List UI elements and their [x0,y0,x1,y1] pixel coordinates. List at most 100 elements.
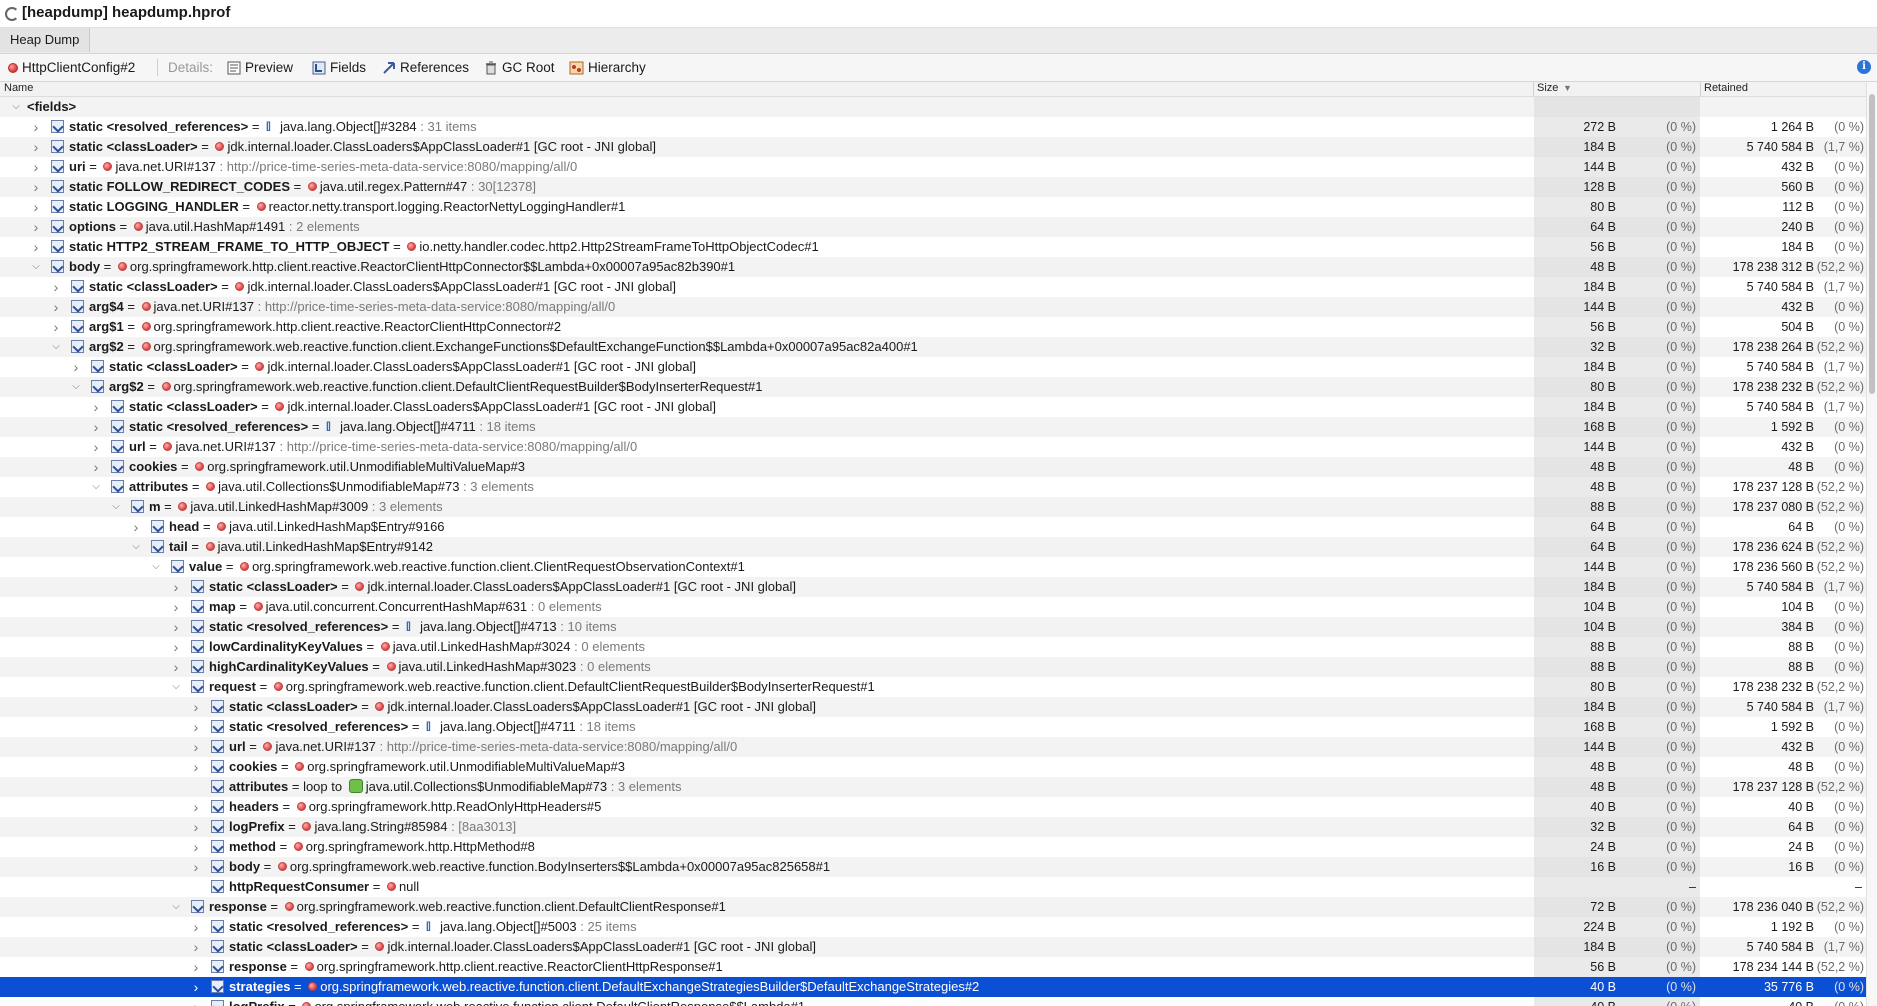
object-class[interactable]: org.springframework.util.UnmodifiableMul… [207,459,525,474]
chevron-right-icon[interactable]: › [71,357,81,377]
table-row[interactable]: ⌵ response = org.springframework.web.reac… [0,897,1866,917]
chevron-right-icon[interactable]: › [91,457,101,477]
chevron-right-icon[interactable]: › [191,917,201,937]
object-class[interactable]: java.lang.Object[]#5003 [440,919,577,934]
object-class[interactable]: java.util.LinkedHashMap#3024 [393,639,571,654]
table-row[interactable]: › static <resolved_references> = java.lan… [0,117,1866,137]
object-class[interactable]: java.lang.Object[]#4711 [440,719,576,734]
chevron-right-icon[interactable]: › [31,217,41,237]
table-row[interactable]: attributes = loop to java.util.Collectio… [0,777,1866,797]
object-class[interactable]: org.springframework.http.client.reactive… [154,319,562,334]
column-header-size[interactable]: Size [1537,82,1558,94]
table-row[interactable]: › arg$1 = org.springframework.http.client… [0,317,1866,337]
object-selector[interactable]: HttpClientConfig#2 [8,54,135,81]
object-class[interactable]: io.netty.handler.codec.http2.Http2Stream… [419,239,818,254]
chevron-right-icon[interactable]: › [91,417,101,437]
chevron-right-icon[interactable]: › [191,797,201,817]
object-class[interactable]: org.springframework.web.reactive.functio… [154,339,918,354]
object-class[interactable]: org.springframework.web.reactive.functio… [174,379,763,394]
chevron-down-icon[interactable]: ⌵ [11,97,21,117]
table-row[interactable]: › options = java.util.HashMap#1491 : 2 el… [0,217,1866,237]
table-row[interactable]: › cookies = org.springframework.util.Unmo… [0,757,1866,777]
table-row[interactable]: ⌵ value = org.springframework.web.reactiv… [0,557,1866,577]
table-row[interactable]: ⌵ attributes = java.util.Collections$Unmo… [0,477,1866,497]
column-divider[interactable] [1533,82,1534,96]
info-icon[interactable]: i [1857,60,1871,74]
object-class[interactable]: java.lang.Object[]#4713 [420,619,557,634]
table-row[interactable]: ⌵ request = org.springframework.web.react… [0,677,1866,697]
object-class[interactable]: org.springframework.web.reactive.functio… [286,679,875,694]
object-class[interactable]: java.net.URI#137 [154,299,254,314]
table-row[interactable]: › static <classLoader> = jdk.internal.loa… [0,357,1866,377]
chevron-right-icon[interactable]: › [51,277,61,297]
table-row[interactable]: › static <classLoader> = jdk.internal.loa… [0,937,1866,957]
chevron-down-icon[interactable]: ⌵ [171,677,181,697]
object-class[interactable]: org.springframework.http.ReadOnlyHttpHea… [309,799,602,814]
table-row[interactable]: ⌵ <fields> [0,97,1866,117]
chevron-right-icon[interactable]: › [51,297,61,317]
chevron-right-icon[interactable]: › [31,117,41,137]
table-row[interactable]: › uri = java.net.URI#137 : http://price-t… [0,157,1866,177]
object-class[interactable]: org.springframework.web.reactive.functio… [314,999,805,1006]
chevron-right-icon[interactable]: › [191,957,201,977]
chevron-down-icon[interactable]: ⌵ [71,377,81,397]
scrollbar-thumb[interactable] [1869,94,1875,394]
chevron-right-icon[interactable]: › [91,397,101,417]
table-row[interactable]: › static <classLoader> = jdk.internal.loa… [0,697,1866,717]
object-class[interactable]: jdk.internal.loader.ClassLoaders$AppClas… [287,399,716,414]
table-row[interactable]: › static HTTP2_STREAM_FRAME_TO_HTTP_OBJEC… [0,237,1866,257]
chevron-right-icon[interactable]: › [31,177,41,197]
chevron-down-icon[interactable]: ⌵ [31,257,41,277]
table-row[interactable]: › head = java.util.LinkedHashMap$Entry#91… [0,517,1866,537]
table-row[interactable]: › static <resolved_references> = java.lan… [0,417,1866,437]
table-row[interactable]: ⌵ m = java.util.LinkedHashMap#3009 : 3 el… [0,497,1866,517]
object-class[interactable]: java.util.LinkedHashMap$Entry#9166 [229,519,444,534]
table-row[interactable]: › response = org.springframework.http.cli… [0,957,1866,977]
object-class[interactable]: jdk.internal.loader.ClassLoaders$AppClas… [247,279,676,294]
chevron-right-icon[interactable]: › [131,517,141,537]
column-header-retained[interactable]: Retained [1704,82,1748,94]
chevron-right-icon[interactable]: › [191,817,201,837]
table-row[interactable]: › static <resolved_references> = java.lan… [0,717,1866,737]
object-class[interactable]: org.springframework.http.client.reactive… [130,259,735,274]
gc-root-button[interactable]: GC Root [484,54,555,81]
table-row[interactable]: › url = java.net.URI#137 : http://price-t… [0,737,1866,757]
table-row[interactable]: ⌵ arg$2 = org.springframework.web.reactiv… [0,337,1866,357]
chevron-right-icon[interactable]: › [31,137,41,157]
object-class[interactable]: java.net.URI#137 [175,439,275,454]
table-row[interactable]: › static <classLoader> = jdk.internal.loa… [0,577,1866,597]
vertical-scrollbar[interactable] [1866,82,1877,1006]
object-class[interactable]: jdk.internal.loader.ClassLoaders$AppClas… [367,579,796,594]
table-row[interactable]: › static <classLoader> = jdk.internal.loa… [0,277,1866,297]
table-row[interactable]: › url = java.net.URI#137 : http://price-t… [0,437,1866,457]
object-class[interactable]: java.net.URI#137 [115,159,215,174]
chevron-right-icon[interactable]: › [31,197,41,217]
table-row[interactable]: › static FOLLOW_REDIRECT_CODES = java.uti… [0,177,1866,197]
object-class[interactable]: java.lang.Object[]#4711 [340,419,476,434]
chevron-right-icon[interactable]: › [31,237,41,257]
chevron-right-icon[interactable]: › [191,737,201,757]
chevron-right-icon[interactable]: › [191,717,201,737]
object-class[interactable]: java.util.LinkedHashMap#3009 [190,499,368,514]
table-row[interactable]: › static <classLoader> = jdk.internal.loa… [0,397,1866,417]
chevron-right-icon[interactable]: › [171,617,181,637]
table-row-selected[interactable]: › strategies = org.springframework.web.re… [0,977,1866,997]
object-class[interactable]: java.util.regex.Pattern#47 [320,179,467,194]
preview-button[interactable]: Preview [227,54,293,81]
table-row[interactable]: › lowCardinalityKeyValues = java.util.Lin… [0,637,1866,657]
references-button[interactable]: References [382,54,469,81]
chevron-down-icon[interactable]: ⌵ [51,337,61,357]
hierarchy-button[interactable]: Hierarchy [569,54,646,81]
object-class[interactable]: org.springframework.http.HttpMethod#8 [306,839,535,854]
fields-button[interactable]: Fields [312,54,366,81]
object-class[interactable]: null [399,879,419,894]
object-class[interactable]: java.util.LinkedHashMap#3023 [399,659,577,674]
tab-heap-dump[interactable]: Heap Dump [0,28,91,52]
table-row[interactable]: › cookies = org.springframework.util.Unmo… [0,457,1866,477]
table-row[interactable]: ⌵ tail = java.util.LinkedHashMap$Entry#91… [0,537,1866,557]
table-row[interactable]: › static <classLoader> = jdk.internal.loa… [0,137,1866,157]
table-row[interactable]: ⌵ body = org.springframework.http.client.… [0,257,1866,277]
object-class[interactable]: jdk.internal.loader.ClassLoaders$AppClas… [387,699,816,714]
chevron-right-icon[interactable]: › [171,637,181,657]
object-class[interactable]: java.util.concurrent.ConcurrentHashMap#6… [266,599,528,614]
